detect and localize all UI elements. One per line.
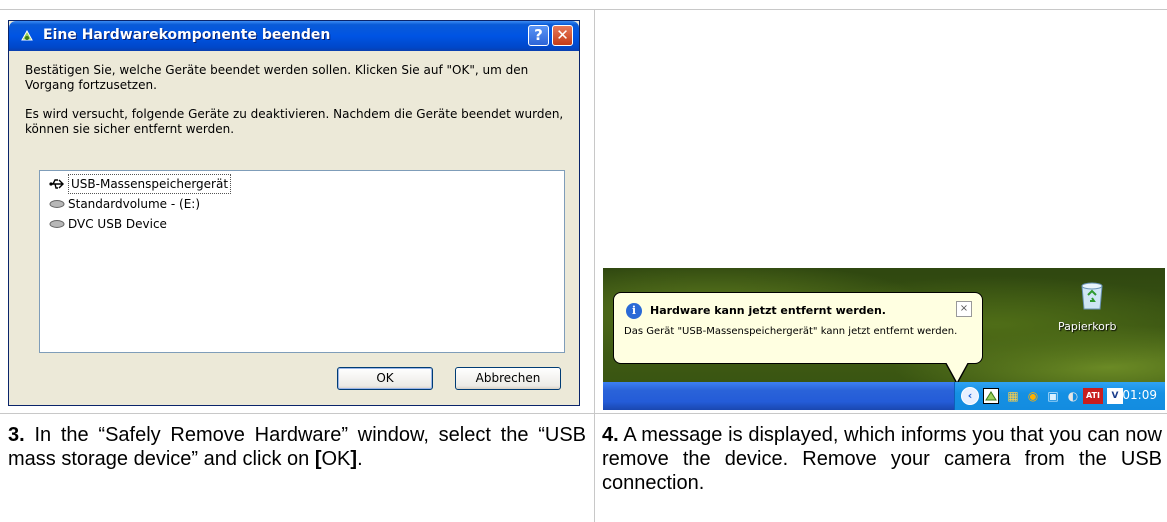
safely-remove-tray-icon[interactable] [983, 388, 999, 404]
tray-expand-arrow[interactable]: ‹ [961, 387, 979, 405]
antivirus-tray-icon[interactable]: V [1107, 388, 1123, 404]
dialog-titlebar: Eine Hardwarekomponente beenden ? ✕ [9, 21, 579, 51]
table-mid-rule [0, 413, 1167, 414]
step-3-number: 3. [8, 424, 25, 446]
step-4-number: 4. [602, 424, 619, 446]
safely-remove-dialog: Eine Hardwarekomponente beenden ? ✕ Best… [8, 20, 580, 406]
step-3-end: . [357, 448, 363, 470]
drive-icon [46, 199, 68, 209]
recycle-bin-label: Papierkorb [1058, 320, 1117, 333]
step-4-text: A message is displayed, which informs yo… [602, 424, 1162, 494]
device-list[interactable]: USB-Massenspeichergerät Standardvolume -… [39, 170, 565, 353]
system-tray: ‹ ▦ ◉ ▣ ◐ ATI V 01:09 [954, 382, 1165, 410]
list-item-usb-mass-storage[interactable]: USB-Massenspeichergerät [46, 174, 232, 194]
ati-tray-icon[interactable]: ATI [1083, 388, 1103, 404]
ok-button[interactable]: OK [337, 367, 433, 390]
dialog-title: Eine Hardwarekomponente beenden [43, 27, 331, 43]
desktop-screenshot: Papierkorb i Hardware kann jetzt entfern… [603, 268, 1165, 410]
step-3-caption: 3. In the “Safely Remove Hardware” windo… [8, 423, 586, 471]
table-column-rule [594, 9, 595, 522]
taskbar-clock: 01:09 [1122, 388, 1157, 402]
list-item-dvc-usb-device[interactable]: DVC USB Device [46, 215, 167, 233]
list-item-label: Standardvolume - (E:) [68, 197, 200, 211]
cancel-button[interactable]: Abbrechen [455, 367, 561, 390]
network-tray-icon[interactable]: ▦ [1005, 388, 1021, 404]
step-4-caption: 4. A message is displayed, which informs… [602, 423, 1162, 495]
notification-balloon: i Hardware kann jetzt entfernt werden. ×… [613, 292, 983, 364]
speaker-tray-icon[interactable]: ◐ [1065, 388, 1081, 404]
step-3-text: In the “Safely Remove Hardware” window, … [8, 424, 586, 470]
balloon-tail-fill [946, 362, 968, 382]
notification-title: Hardware kann jetzt entfernt werden. [650, 304, 886, 317]
hardware-icon [21, 29, 33, 41]
list-item-label: USB-Massenspeichergerät [68, 174, 232, 194]
dialog-instruction: Bestätigen Sie, welche Geräte beendet we… [25, 63, 529, 92]
list-item-label: DVC USB Device [68, 217, 167, 231]
drive-icon [46, 219, 68, 229]
clock-tray-icon[interactable]: ◉ [1025, 388, 1041, 404]
close-button[interactable]: ✕ [552, 25, 573, 46]
usb-icon [46, 178, 68, 190]
step-3-ok-label: OK [321, 448, 351, 470]
recycle-bin-icon[interactable] [1079, 280, 1105, 310]
info-icon: i [626, 303, 642, 319]
taskbar: ‹ ▦ ◉ ▣ ◐ ATI V 01:09 [603, 382, 1165, 410]
table-top-rule [0, 9, 1167, 10]
notification-text: Das Gerät "USB-Massenspeichergerät" kann… [624, 326, 958, 337]
dialog-description: Es wird versucht, folgende Geräte zu dea… [25, 107, 564, 136]
monitor-tray-icon[interactable]: ▣ [1045, 388, 1061, 404]
balloon-close-button[interactable]: × [956, 301, 972, 317]
help-button[interactable]: ? [528, 25, 549, 46]
list-item-standard-volume[interactable]: Standardvolume - (E:) [46, 195, 200, 213]
